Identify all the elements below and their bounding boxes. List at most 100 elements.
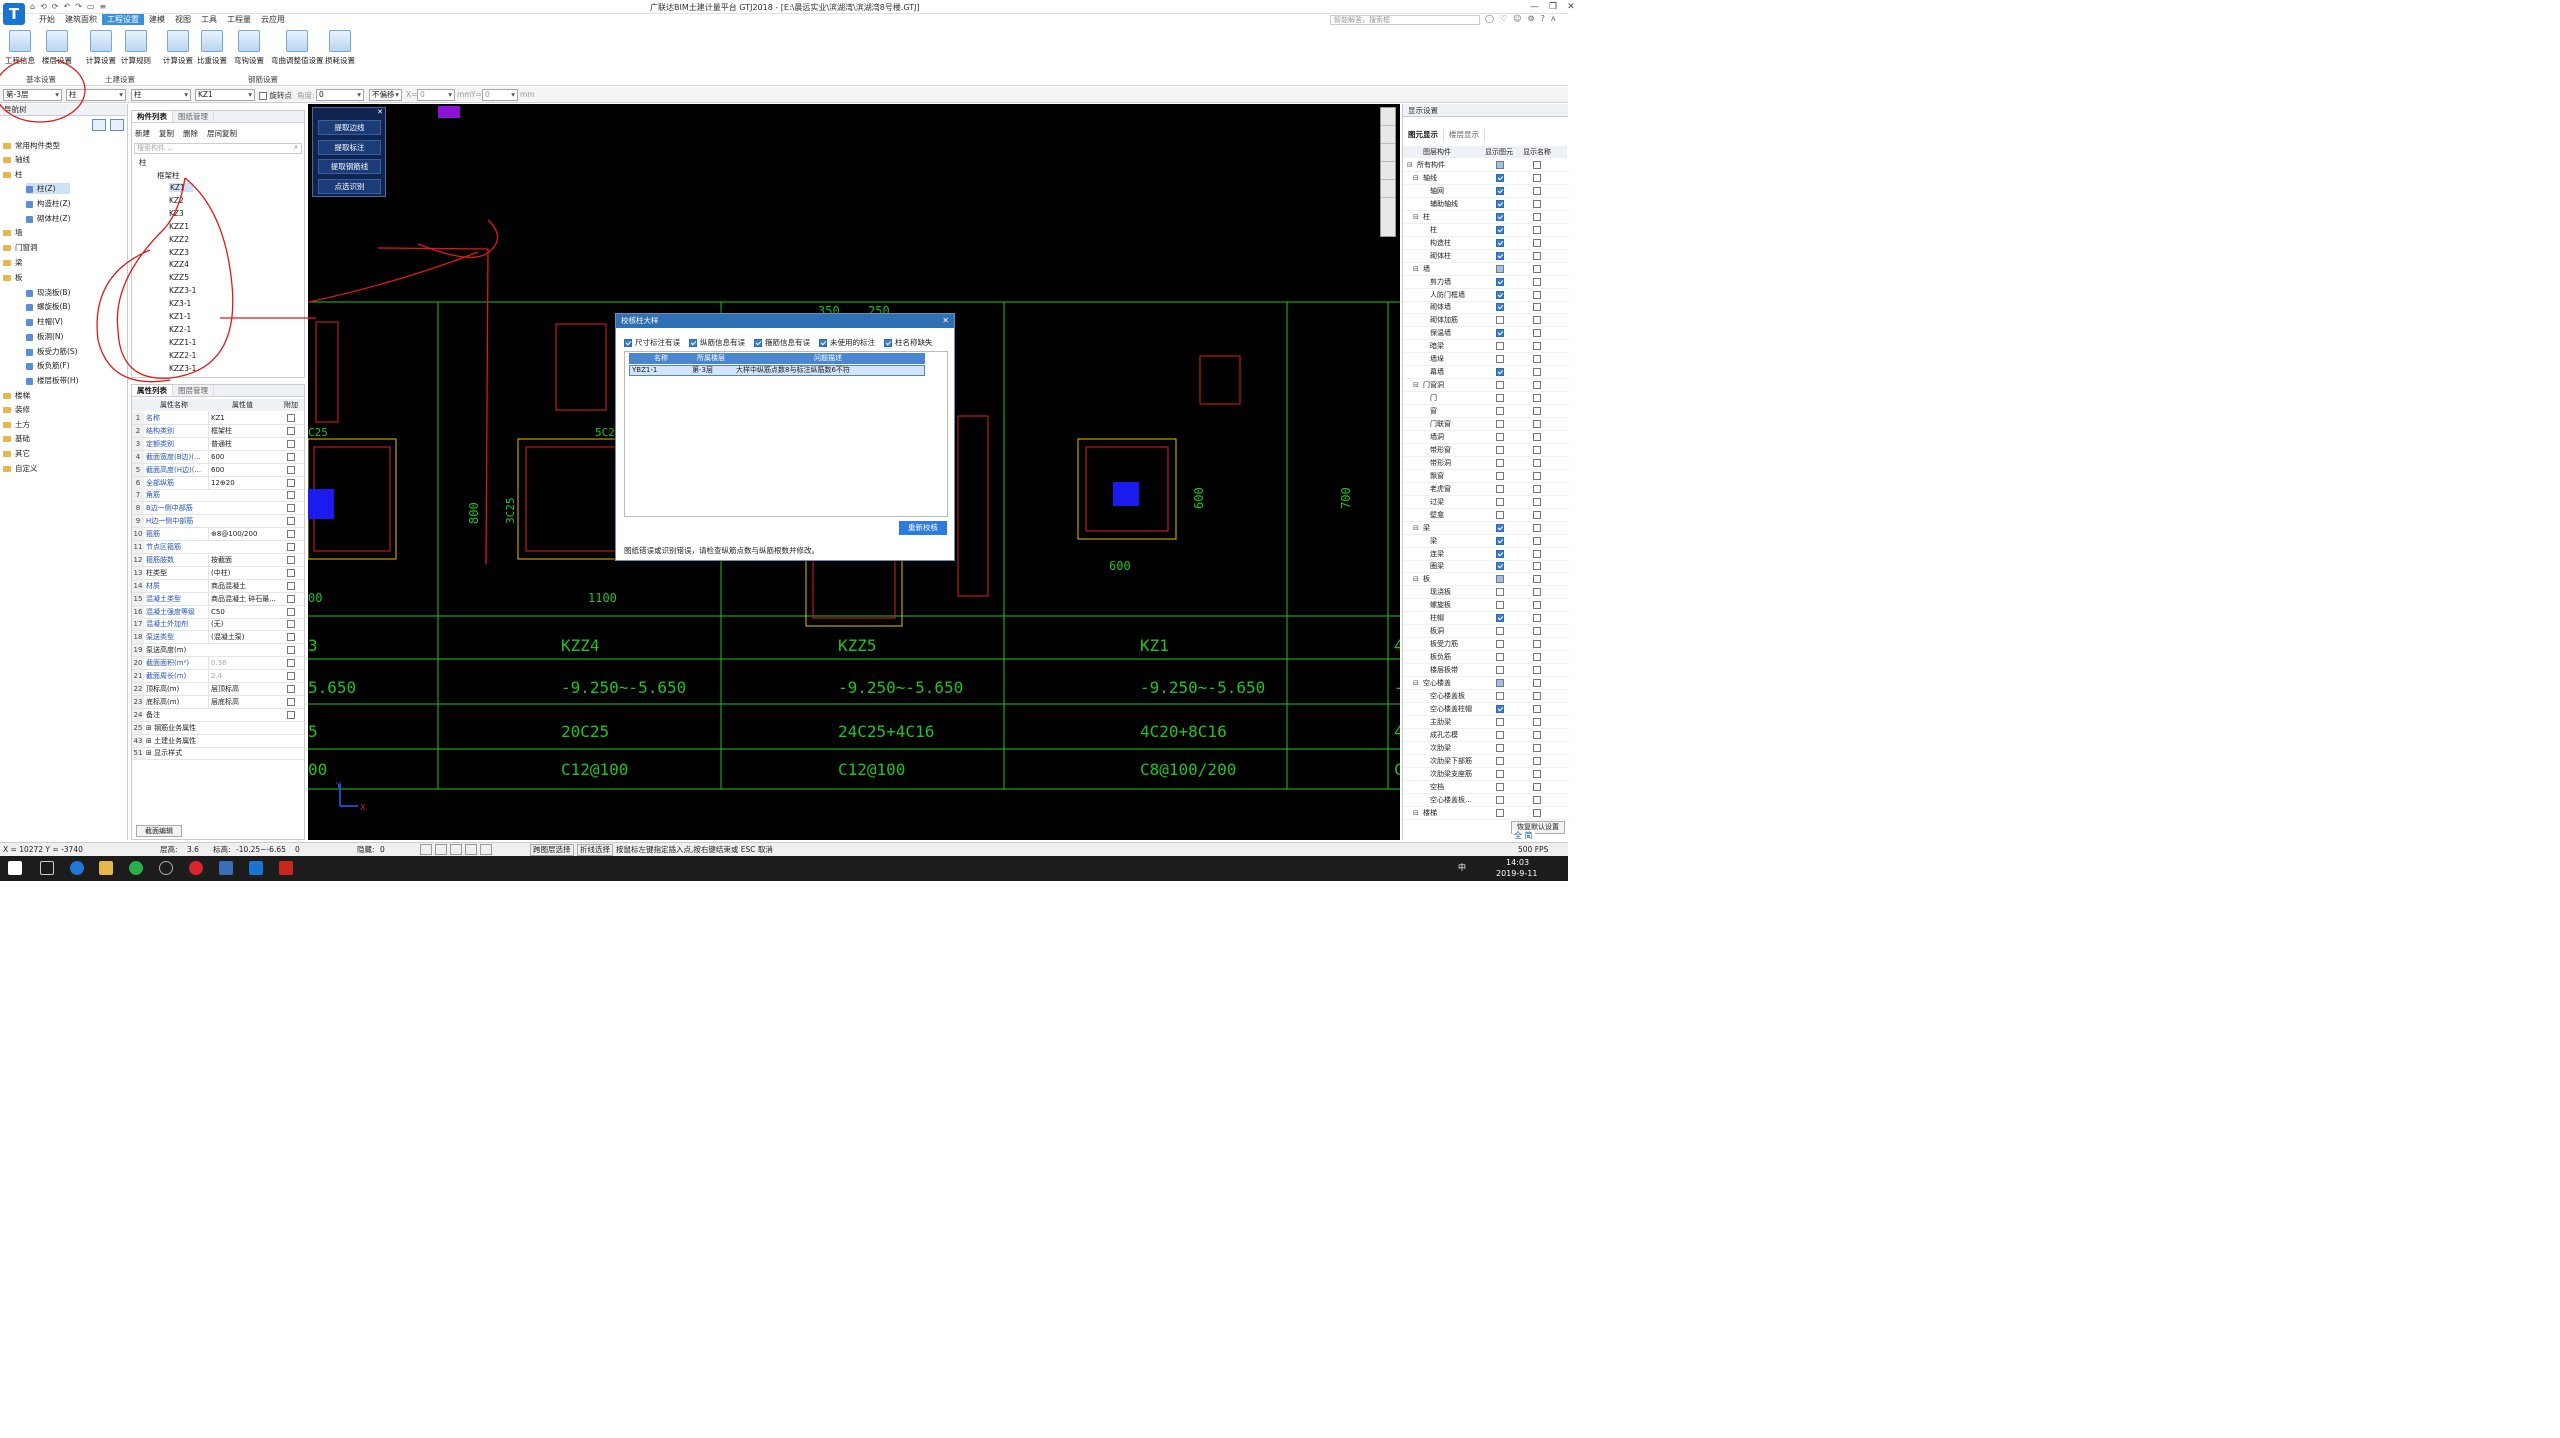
show-element-checkbox[interactable] [1496,407,1504,416]
layer-row[interactable]: ⊟ 楼梯 [1403,807,1569,820]
toolbar-icon[interactable]: ʌ [1551,14,1556,23]
show-name-checkbox[interactable] [1533,368,1541,377]
property-row[interactable]: 9 H边一侧中部筋 [132,515,304,529]
ortho-icon[interactable] [420,844,432,855]
show-element-checkbox[interactable] [1496,510,1504,519]
layer-row[interactable]: 梁 [1403,535,1569,548]
property-row[interactable]: 2 结构类别 框架柱 [132,424,304,438]
layer-row[interactable]: 老虎窗 [1403,483,1569,496]
property-row[interactable]: 21 截面周长(m) 2.4 [132,670,304,683]
filter-option[interactable]: 尺寸标注有误 [624,337,680,348]
menu-item[interactable]: 建模 [144,14,170,25]
property-row[interactable]: 1 名称 KZ1 [132,412,304,425]
layer-row[interactable]: 空心楼盖板 [1403,690,1569,703]
property-extra-checkbox[interactable] [287,555,295,564]
expand-icon[interactable]: ⊟ [1413,379,1419,391]
windows-start-icon[interactable] [8,861,22,875]
show-element-checkbox[interactable] [1496,342,1504,351]
property-extra-checkbox[interactable] [287,659,295,668]
menu-item[interactable]: 工程量 [222,14,256,25]
edge-browser-icon[interactable] [70,861,84,875]
view-3d-icon[interactable] [1381,108,1395,126]
layer-row[interactable]: ⊟ 板 [1403,573,1569,587]
search-input[interactable]: 智能解答，搜索框 [1330,15,1480,25]
layer-row[interactable]: 次肋梁 [1403,742,1569,755]
ime-indicator[interactable]: 全 简 [1512,830,1535,841]
layer-row[interactable]: 成孔芯模 [1403,729,1569,742]
view-cube-icon[interactable] [1381,162,1395,180]
filter-checkbox[interactable] [819,339,827,347]
show-name-checkbox[interactable] [1533,549,1541,558]
layer-row[interactable]: 构造柱 [1403,237,1569,250]
angle-icon[interactable] [465,844,477,855]
expand-icon[interactable]: ⊟ [1413,807,1419,819]
layer-row[interactable]: 带形洞 [1403,457,1569,470]
show-element-checkbox[interactable] [1496,277,1504,286]
show-element-checkbox[interactable] [1496,691,1504,700]
property-extra-checkbox[interactable] [287,439,295,448]
property-extra-checkbox[interactable] [287,646,295,655]
toolbar-icon[interactable]: ⚙ [1527,14,1534,23]
show-name-checkbox[interactable] [1533,575,1541,584]
show-element-checkbox[interactable] [1496,432,1504,441]
section-edit-button[interactable]: 截面编辑 [136,825,182,837]
layer-row[interactable]: 门联窗 [1403,418,1569,431]
show-name-checkbox[interactable] [1533,173,1541,182]
show-element-checkbox[interactable] [1496,484,1504,493]
menu-item[interactable]: 建筑面积 [60,14,102,25]
property-value[interactable]: C50 [208,605,286,618]
layer-row[interactable]: 窗 [1403,405,1569,419]
expand-icon[interactable]: ⊟ [1413,573,1419,585]
filter-checkbox[interactable] [884,339,892,347]
app-icon[interactable] [159,861,173,875]
quick-tool-icon[interactable]: ↷ [75,2,82,11]
layer-row[interactable]: 砌体柱 [1403,250,1569,263]
layer-row[interactable]: 飘窗 [1403,470,1569,483]
show-element-checkbox[interactable] [1496,394,1504,403]
toolbar-icon[interactable]: ◯ [1485,14,1494,23]
expand-icon[interactable]: ⊟ [1413,211,1419,223]
property-value[interactable]: (无) [208,618,286,631]
layer-row[interactable]: ⊟ 轴线 [1403,172,1569,185]
layer-row[interactable]: 连梁 [1403,548,1569,561]
property-extra-checkbox[interactable] [287,491,295,500]
property-row[interactable]: 10 箍筋 ⊕8@100/200 [132,528,304,542]
show-name-checkbox[interactable] [1533,795,1541,804]
expand-icon[interactable]: ⊟ [1407,159,1413,171]
property-row[interactable]: 18 泵送类型 (混凝土泵) [132,631,304,645]
minimize-icon[interactable]: — [1530,2,1539,12]
layer-row[interactable]: ⊟ 梁 [1403,522,1569,535]
show-element-checkbox[interactable] [1496,381,1504,390]
nav-item[interactable]: 装修 [3,404,30,415]
toolbar-icon[interactable]: ☺ [1513,14,1521,23]
quick-tool-icon[interactable]: ↶ [63,2,70,11]
tray-language[interactable]: 中 [1458,862,1466,873]
show-element-checkbox[interactable] [1496,161,1504,169]
property-row[interactable]: 23 底标高(m) 层底标高 [132,695,304,709]
show-name-checkbox[interactable] [1533,186,1541,195]
expand-icon[interactable]: ⊟ [1413,263,1419,275]
property-extra-checkbox[interactable] [287,568,295,577]
property-value[interactable]: 12⊕20 [208,476,286,489]
property-value[interactable]: 按截面 [208,553,286,566]
filter-option[interactable]: 未使用的标注 [819,337,875,348]
show-name-checkbox[interactable] [1533,704,1541,713]
show-element-checkbox[interactable] [1496,290,1504,299]
show-name-checkbox[interactable] [1533,238,1541,247]
expand-icon[interactable]: ⊟ [1413,172,1419,184]
show-name-checkbox[interactable] [1533,303,1541,312]
angle-input[interactable]: 0 [316,89,364,101]
layer-row[interactable]: 墙洞 [1403,431,1569,444]
layer-row[interactable]: 墙垛 [1403,353,1569,367]
property-row[interactable]: 13 柱类型 (中柱) [132,566,304,580]
show-name-checkbox[interactable] [1533,640,1541,649]
filter-checkbox[interactable] [689,339,697,347]
show-element-checkbox[interactable] [1496,212,1504,221]
property-extra-checkbox[interactable] [287,594,295,603]
property-row[interactable]: 22 顶标高(m) 层顶标高 [132,682,304,696]
layer-row[interactable]: ⊟ 门窗洞 [1403,379,1569,393]
show-name-checkbox[interactable] [1533,420,1541,428]
show-name-checkbox[interactable] [1533,471,1541,480]
calculator-icon[interactable] [1381,198,1395,216]
extract-button[interactable]: 提取标注 [318,139,381,155]
